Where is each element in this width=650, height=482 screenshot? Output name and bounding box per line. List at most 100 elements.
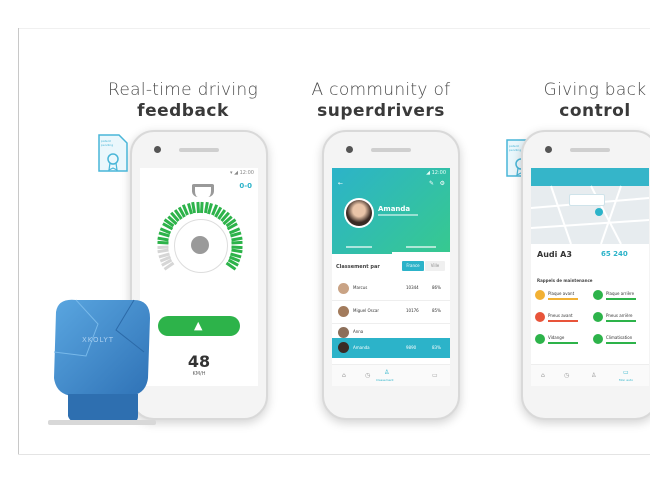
status-icon: [535, 312, 545, 322]
filter-france[interactable]: France: [402, 261, 424, 271]
profile-tabs: [332, 242, 450, 254]
history-icon[interactable]: ◷: [564, 372, 569, 379]
phone-community: ◢ 12:00 ← ✎ ⚙ Amanda Classement par Fran…: [322, 130, 460, 420]
heading-line2: control: [559, 101, 631, 122]
maintenance-section-label: Rappels de maintenance: [537, 278, 593, 283]
maintenance-label: Plaque arrière: [606, 291, 635, 296]
maintenance-item[interactable]: Pneus arrière: [593, 310, 645, 326]
screen-feedback: ▾ ◢ 12:00 0-0 ▲ 48 KM/H: [140, 168, 258, 386]
tab-indicator: [392, 252, 450, 254]
heading-line2: superdrivers: [317, 101, 445, 122]
ranking-icon[interactable]: ♙: [384, 369, 389, 376]
status-icon: [535, 334, 545, 344]
history-icon[interactable]: ◷: [365, 372, 370, 379]
frame-top: [18, 28, 650, 29]
avatar: [344, 198, 374, 228]
device-brand: XKOLYT: [82, 336, 115, 344]
drive-button[interactable]: ▲: [158, 316, 240, 336]
heading-control: Giving back control: [520, 80, 650, 123]
status-icon: [593, 334, 603, 344]
ranking-icon[interactable]: ♙: [591, 372, 596, 379]
map-popup: [569, 194, 605, 206]
car-icon[interactable]: ▭: [432, 372, 438, 379]
heading-community: A community of superdrivers: [306, 80, 456, 123]
player-score: 10176: [406, 308, 419, 313]
heading-line1: A community of: [311, 80, 451, 100]
maintenance-item[interactable]: Climatisation: [593, 332, 645, 348]
filter-ville[interactable]: Ville: [425, 261, 445, 271]
player-name: Miguel Oscar: [353, 308, 380, 313]
speaker-grille: [179, 148, 219, 152]
status-icon: [593, 290, 603, 300]
maintenance-label: Pneus arrière: [606, 313, 633, 318]
status-icon: [535, 290, 545, 300]
settings-icon[interactable]: ⚙: [440, 180, 445, 187]
bottom-nav: ⌂ ◷ ♙ Classement ▭: [332, 364, 450, 386]
maintenance-item[interactable]: Plaque arrière: [593, 288, 645, 304]
maintenance-label: Climatisation: [606, 335, 633, 340]
heading-line1: Giving back: [543, 80, 647, 100]
speed-unit: KM/H: [192, 371, 206, 377]
maintenance-label: Vidange: [548, 335, 565, 340]
joystick-icon: ▲: [194, 319, 203, 332]
status-bar: ▾ ◢ 12:00: [230, 170, 254, 176]
heading-feedback: Real-time driving feedback: [103, 80, 263, 123]
gauge-tick: [156, 245, 169, 249]
gauge-tick: [231, 240, 244, 245]
profile-subtitle-line: [378, 214, 418, 216]
frame-bottom: [18, 454, 650, 455]
profile-header: ◢ 12:00 ← ✎ ⚙ Amanda: [332, 168, 450, 254]
list-item-current-user[interactable]: Amanda 9890 83%: [332, 338, 450, 358]
camera-icon: [346, 146, 353, 153]
maintenance-item[interactable]: Plaque avant: [535, 288, 587, 304]
gauge-tick: [191, 202, 197, 214]
home-icon[interactable]: ⌂: [342, 372, 346, 379]
player-pct: 83%: [432, 345, 441, 350]
list-item[interactable]: Miguel Oscar 10176 85%: [332, 301, 450, 324]
list-item[interactable]: Marcus 10344 86%: [332, 278, 450, 301]
maintenance-label: Plaque avant: [548, 291, 575, 296]
avatar: [338, 306, 349, 317]
obd-device-illustration: [48, 299, 156, 425]
status-bar: ◢ 12:00: [426, 170, 446, 176]
profile-name: Amanda: [378, 205, 411, 213]
progress-bar: [548, 320, 578, 322]
player-name: Amanda: [353, 345, 370, 350]
patent-text: patent pending: [101, 139, 114, 147]
tab-active-label: Classement: [376, 378, 394, 382]
avatar: [338, 283, 349, 294]
gauge-center-dot: [191, 236, 209, 254]
top-right-indicator[interactable]: 0-0: [239, 182, 252, 190]
heading-line2: feedback: [137, 101, 229, 122]
car-model: Audi A3: [537, 250, 572, 259]
player-pct: 85%: [432, 308, 441, 313]
progress-bar: [606, 298, 636, 300]
tab-active-label: Mon auto: [619, 378, 634, 382]
tab-left[interactable]: [346, 246, 372, 248]
map-roads: [531, 185, 649, 245]
back-icon[interactable]: ←: [338, 180, 343, 187]
obd-device: XKOLYT: [46, 294, 156, 428]
maintenance-item[interactable]: Vidange: [535, 332, 587, 348]
speed-gauge: [155, 200, 245, 290]
car-km: 65 240: [601, 250, 628, 258]
map-area[interactable]: [531, 168, 649, 245]
camera-icon: [545, 146, 552, 153]
player-pct: 86%: [432, 285, 441, 290]
progress-bar: [606, 342, 636, 344]
player-name: Anna: [353, 329, 364, 334]
list-item[interactable]: Anna: [332, 324, 450, 338]
speaker-grille: [371, 148, 411, 152]
home-icon[interactable]: ⌂: [541, 372, 545, 379]
maintenance-item[interactable]: Pneus avant: [535, 310, 587, 326]
player-score: 10344: [406, 285, 419, 290]
screen-community: ◢ 12:00 ← ✎ ⚙ Amanda Classement par Fran…: [332, 168, 450, 386]
patent-badge: patent pending: [97, 133, 129, 173]
avatar: [338, 327, 349, 338]
tab-right[interactable]: [406, 246, 436, 248]
heading-line1: Real-time driving: [108, 80, 258, 100]
edit-icon[interactable]: ✎: [429, 180, 434, 187]
car-icon[interactable]: ▭: [623, 369, 629, 376]
progress-bar: [606, 320, 636, 322]
frame-left: [18, 28, 19, 454]
